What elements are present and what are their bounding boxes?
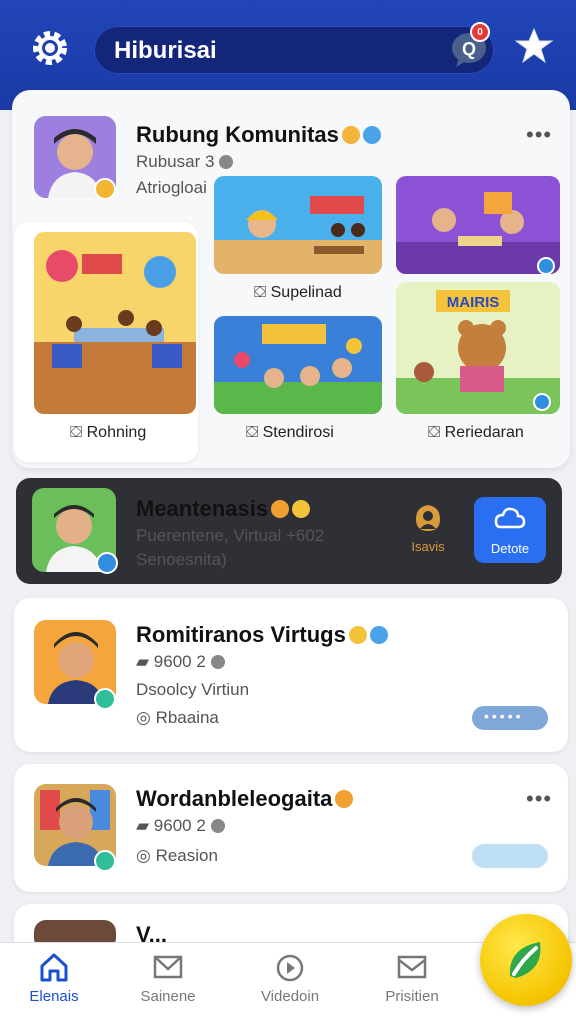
tile-label-2: ⛋ Supelinad [254,284,342,301]
action-pill-button[interactable] [472,844,548,868]
featured-tile-5[interactable]: MAIRIS [396,282,560,414]
home-icon [40,953,68,982]
active-line-2: Senoesnita) [136,550,227,569]
settings-gear-icon[interactable] [28,26,72,70]
featured-tile-1[interactable] [34,232,196,414]
emoji-icon [271,500,290,518]
emoji-icon [348,626,367,644]
card-description: Dsoolcy Virtiun [136,680,250,699]
nav-video[interactable]: Videdoin [240,952,340,1014]
card-name: Wordanbleleogaita [136,786,354,812]
verified-badge-icon [94,178,116,200]
nav-label: Sainene [140,988,196,1005]
title-search-bar[interactable]: Hiburisai [94,26,494,74]
more-options-icon[interactable]: ••• [526,122,552,148]
app-title: Hiburisai [114,37,217,64]
card-name: Romitiranos Virtugs [136,622,388,648]
tile-sign-text: MAIRIS [447,294,500,311]
emoji-icon [292,500,311,518]
active-name: Meantenasis [136,496,311,522]
emoji-icon [341,126,360,144]
tile-label-4: ⛋ Reriedaran [428,424,524,441]
tile-label-3: ⛋ Stendirosi [246,424,334,441]
video-icon [276,954,304,982]
compose-fab-button[interactable] [480,914,572,1006]
verified-icon [362,126,381,144]
emoji-icon [335,790,354,808]
featured-tile-3[interactable] [396,176,560,274]
nav-home[interactable]: Elenais [4,952,104,1014]
follow-button[interactable]: Isavis [396,497,460,563]
star-icon[interactable] [514,26,554,66]
nav-label: Prisitien [385,988,439,1005]
featured-name: Rubung Komunitas [136,122,381,148]
verified-badge-icon [96,552,118,574]
featured-tile-2[interactable] [214,176,382,274]
leaf-icon [509,942,541,978]
card-location: ◎ Reasion [136,846,218,865]
user-icon [416,505,440,531]
mail-icon [153,955,183,979]
nav-messages[interactable]: Sainene [118,952,218,1014]
verified-badge-icon [94,688,116,710]
join-button[interactable]: Detote [474,497,546,563]
nav-inbox[interactable]: Prisitien [362,952,462,1014]
verified-badge-icon [94,850,116,872]
join-label: Detote [490,541,530,556]
nav-label: Elenais [29,988,79,1005]
more-options-icon[interactable]: ••• [526,786,552,812]
card-members: ▰ 9600 2 [136,652,225,672]
featured-tile-4[interactable] [214,316,382,414]
follow-label: Isavis [411,539,445,554]
notification-badge: 0 [470,22,490,42]
cloud-icon [494,507,526,529]
active-line-1: Puerentene, Virtual +602 [136,526,325,545]
verified-icon [369,626,388,644]
svg-text:Q: Q [462,39,476,59]
more-pill-button[interactable]: ••••• [472,706,548,730]
card-location: ◎ Rbaaina [136,708,219,727]
tile-label-1: ⛋ Rohning [70,424,147,441]
inbox-icon [397,955,427,979]
featured-subtitle: Rubusar 3 [136,152,234,172]
featured-subtitle-2: Atriogloai [136,178,207,197]
nav-label: Videdoin [260,988,320,1005]
card-members: ▰ 9600 2 [136,816,225,836]
